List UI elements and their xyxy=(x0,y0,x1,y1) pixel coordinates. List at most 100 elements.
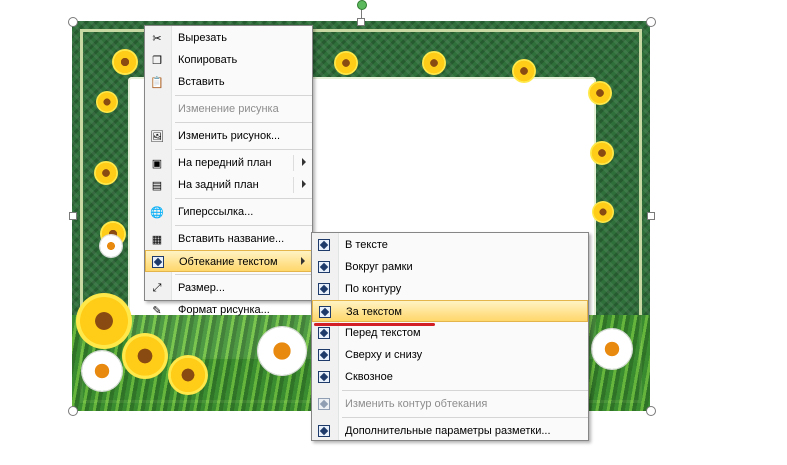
resize-handle-top-right[interactable] xyxy=(646,17,656,27)
size-icon: ⤢ xyxy=(152,281,162,294)
submenu-arrow-icon[interactable] xyxy=(302,180,306,188)
menu-separator xyxy=(175,274,312,275)
sunflower xyxy=(168,355,208,395)
wrap-in-line-icon xyxy=(317,238,331,252)
sunflower xyxy=(122,333,168,379)
daisy xyxy=(100,235,122,257)
wrap-submenu: В тексте Вокруг рамки По контуру За текс… xyxy=(311,232,589,441)
menu-item-label: Размер... xyxy=(178,282,225,294)
daisy xyxy=(592,329,632,369)
sunflower xyxy=(590,141,614,165)
annotation-underline xyxy=(314,323,435,326)
menu-item-text-wrapping[interactable]: Обтекание текстом xyxy=(145,250,312,272)
rotation-handle[interactable] xyxy=(357,0,367,10)
wrap-option-tight[interactable]: По контуру xyxy=(312,278,588,300)
menu-item-label: Сверху и снизу xyxy=(345,349,423,361)
menu-item-label: Вставить xyxy=(178,76,225,88)
sunflower xyxy=(592,201,614,223)
wrap-tight-icon xyxy=(317,282,331,296)
sunflower xyxy=(512,59,536,83)
menu-item-label: Формат рисунка... xyxy=(178,304,270,316)
wrap-behind-text-icon xyxy=(318,305,332,319)
scissors-icon: ✂ xyxy=(152,32,162,45)
bring-forward-icon: ▣ xyxy=(151,157,163,170)
resize-handle-bottom-left[interactable] xyxy=(68,406,78,416)
menu-item-label: Вставить название... xyxy=(178,233,285,245)
wrap-option-more-layout[interactable]: Дополнительные параметры разметки... xyxy=(312,420,588,442)
resize-handle-top-left[interactable] xyxy=(68,17,78,27)
wrap-option-top-bottom[interactable]: Сверху и снизу xyxy=(312,344,588,366)
submenu-arrow-icon[interactable] xyxy=(302,158,306,166)
daisy xyxy=(82,351,122,391)
menu-item-format-picture[interactable]: ✎ Формат рисунка... xyxy=(145,299,312,321)
menu-item-paste[interactable]: 📋 Вставить xyxy=(145,71,312,93)
menu-item-label: На передний план xyxy=(178,157,272,169)
menu-item-hyperlink[interactable]: 🌐 Гиперссылка... xyxy=(145,201,312,223)
sunflower xyxy=(588,81,612,105)
menu-separator xyxy=(175,95,312,96)
wrap-in-front-icon xyxy=(317,326,331,340)
menu-separator xyxy=(175,122,312,123)
context-menu: ✂ Вырезать ❐ Копировать 📋 Вставить Измен… xyxy=(144,25,313,317)
sunflower xyxy=(334,51,358,75)
sunflower xyxy=(422,51,446,75)
change-picture-icon: 🖼 xyxy=(150,130,164,143)
sunflower xyxy=(94,161,118,185)
wrap-through-icon xyxy=(317,370,331,384)
hyperlink-icon: 🌐 xyxy=(150,206,164,219)
menu-item-label: В тексте xyxy=(345,239,388,251)
menu-item-picture-editing-header: Изменение рисунка xyxy=(145,98,312,120)
menu-item-label: Копировать xyxy=(178,54,238,66)
menu-item-label: Гиперссылка... xyxy=(178,206,254,218)
layout-options-icon xyxy=(317,424,331,438)
menu-item-label: Вырезать xyxy=(178,32,227,44)
sunflower xyxy=(76,293,132,349)
menu-item-label: Изменение рисунка xyxy=(178,103,279,115)
menu-item-label: Изменить контур обтекания xyxy=(345,398,488,410)
menu-item-label: На задний план xyxy=(178,179,259,191)
wrap-square-icon xyxy=(317,260,331,274)
menu-item-bring-forward[interactable]: ▣ На передний план xyxy=(145,152,312,174)
daisy xyxy=(258,327,306,375)
menu-item-label: Вокруг рамки xyxy=(345,261,413,273)
copy-icon: ❐ xyxy=(152,54,162,67)
wrap-option-in-line[interactable]: В тексте xyxy=(312,234,588,256)
edit-wrap-points-icon xyxy=(317,397,331,411)
wrap-top-bottom-icon xyxy=(317,348,331,362)
menu-item-size[interactable]: ⤢ Размер... xyxy=(145,277,312,299)
resize-handle-left[interactable] xyxy=(69,212,77,220)
submenu-arrow-icon xyxy=(301,257,305,265)
resize-handle-right[interactable] xyxy=(647,212,655,220)
format-picture-icon: ✎ xyxy=(152,304,162,317)
resize-handle-bottom-right[interactable] xyxy=(646,406,656,416)
menu-item-cut[interactable]: ✂ Вырезать xyxy=(145,27,312,49)
menu-item-copy[interactable]: ❐ Копировать xyxy=(145,49,312,71)
split-divider xyxy=(293,177,294,193)
menu-separator xyxy=(342,390,588,391)
sunflower xyxy=(112,49,138,75)
menu-item-label: Изменить рисунок... xyxy=(178,130,281,142)
send-backward-icon: ▤ xyxy=(151,179,163,192)
wrap-option-edit-points: Изменить контур обтекания xyxy=(312,393,588,415)
menu-item-change-picture[interactable]: 🖼 Изменить рисунок... xyxy=(145,125,312,147)
menu-separator xyxy=(175,225,312,226)
menu-item-label: За текстом xyxy=(346,306,402,318)
wrap-option-through[interactable]: Сквозное xyxy=(312,366,588,388)
paste-icon: 📋 xyxy=(150,76,164,89)
resize-handle-top[interactable] xyxy=(357,18,365,26)
menu-item-label: По контуру xyxy=(345,283,402,295)
split-divider xyxy=(293,155,294,171)
wrap-option-behind-text[interactable]: За текстом xyxy=(312,300,588,322)
menu-separator xyxy=(175,198,312,199)
menu-item-label: Обтекание текстом xyxy=(179,256,278,268)
menu-item-insert-caption[interactable]: ▦ Вставить название... xyxy=(145,228,312,250)
menu-separator xyxy=(342,417,588,418)
sunflower xyxy=(96,91,118,113)
text-wrap-icon xyxy=(151,255,165,269)
menu-separator xyxy=(175,149,312,150)
menu-item-send-backward[interactable]: ▤ На задний план xyxy=(145,174,312,196)
insert-caption-icon: ▦ xyxy=(151,233,163,246)
menu-item-label: Сквозное xyxy=(345,371,393,383)
wrap-option-square[interactable]: Вокруг рамки xyxy=(312,256,588,278)
menu-item-label: Перед текстом xyxy=(345,327,421,339)
